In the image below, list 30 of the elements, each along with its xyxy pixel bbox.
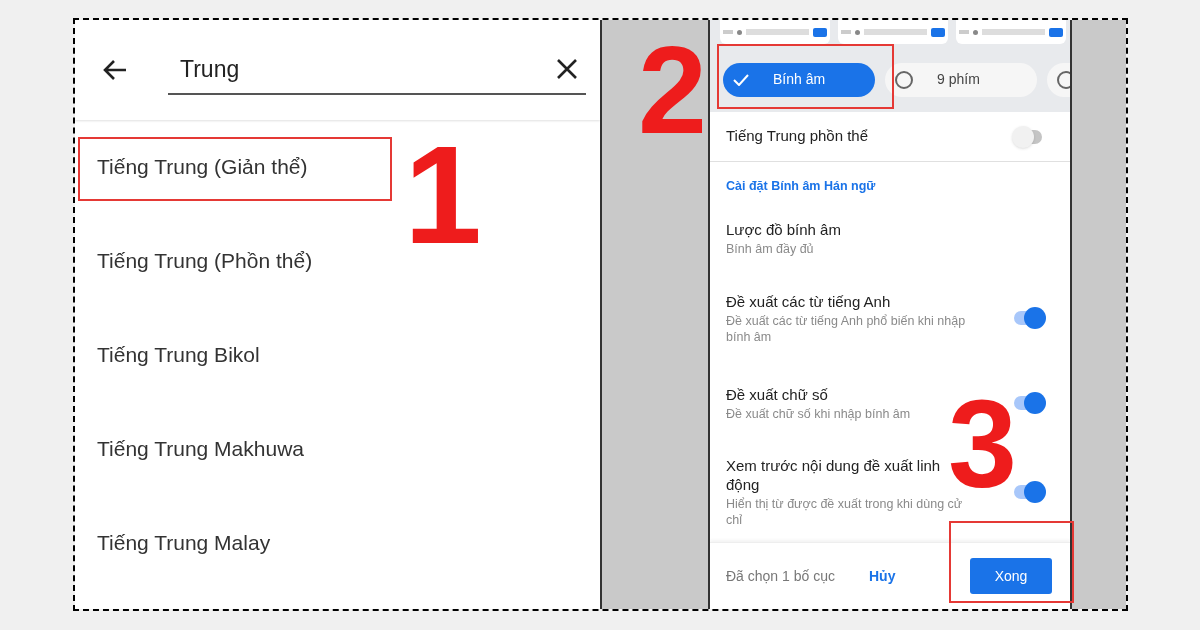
selection-status: Đã chọn 1 bố cục: [726, 566, 835, 586]
language-item[interactable]: Tiếng Trung Malay: [97, 527, 271, 559]
check-icon: [733, 73, 749, 86]
search-field[interactable]: Trung: [168, 45, 586, 95]
layout-chip[interactable]: Bính âm: [723, 62, 875, 97]
back-arrow-icon[interactable]: [102, 58, 128, 82]
section-heading: Cài đặt Bính âm Hán ngữ: [726, 178, 876, 196]
setting-title: Tiếng Trung phồn thể: [726, 126, 870, 147]
setting-title: Đề xuất các từ tiếng Anh: [726, 291, 892, 311]
setting-title: Đề xuất chữ số: [726, 384, 829, 404]
setting-description: Hiển thị từ được đề xuất trong khi dùng cử chỉ: [726, 496, 964, 528]
setting-description: Đề xuất các từ tiếng Anh phổ biến khi nhập bính âm: [726, 312, 967, 345]
cancel-button[interactable]: Hủy: [868, 565, 896, 587]
step-number: 1: [404, 140, 482, 250]
language-item[interactable]: Tiếng Trung Bikol: [97, 339, 260, 371]
language-item[interactable]: Tiếng Trung Makhuwa: [97, 433, 304, 465]
setting-title: Lược đồ bính âm: [726, 219, 842, 239]
close-icon[interactable]: [556, 58, 578, 80]
toggle-switch[interactable]: [1012, 481, 1046, 503]
done-button[interactable]: Xong: [970, 558, 1052, 594]
language-item[interactable]: Tiếng Trung (Giản thể): [97, 151, 308, 183]
toggle-switch[interactable]: [1012, 307, 1046, 329]
setting-description: Bính âm đầy đủ: [726, 240, 815, 257]
toggle-switch[interactable]: [1012, 392, 1046, 414]
layout-chip[interactable]: 9 phím: [885, 62, 1037, 97]
step-number: 2: [638, 42, 707, 138]
setting-title: Xem trước nội dung đề xuất linh động: [726, 456, 942, 494]
setting-description: Đề xuất chữ số khi nhập bính âm: [726, 405, 912, 422]
step-number: 3: [948, 398, 1017, 490]
language-item[interactable]: Tiếng Trung (Phồn thể): [97, 245, 313, 277]
